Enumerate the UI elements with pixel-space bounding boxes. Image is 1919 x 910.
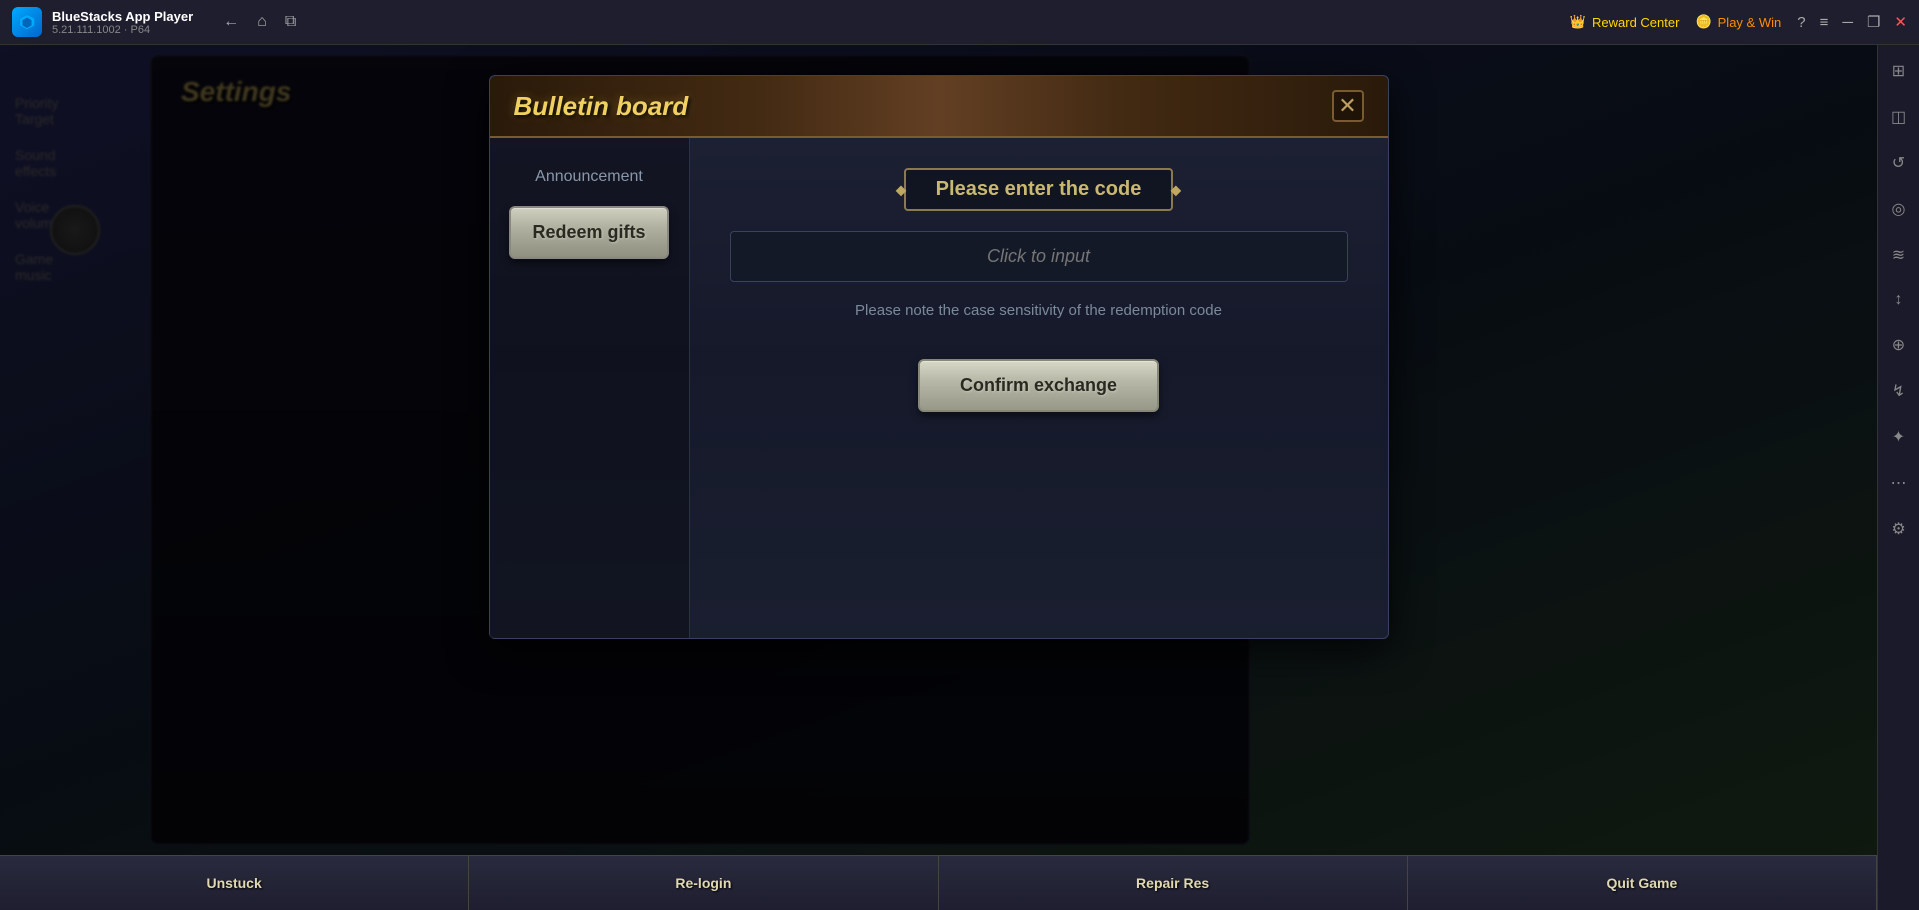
topbar: BlueStacks App Player 5.21.111.1002 · P6… — [0, 0, 1919, 45]
code-label-text: Please enter the code — [936, 178, 1142, 200]
app-name: BlueStacks App Player — [52, 9, 193, 24]
play-win-label: Play & Win — [1718, 15, 1782, 30]
bulletin-close-button[interactable]: ✕ — [1332, 90, 1364, 122]
code-input-field[interactable] — [730, 231, 1348, 282]
quit-button[interactable]: Quit Game — [1408, 856, 1877, 910]
reward-center-button[interactable]: 👑 Reward Center — [1570, 14, 1680, 30]
redeem-gifts-button[interactable]: Redeem gifts — [509, 206, 669, 259]
sidebar-star-icon[interactable]: ✦ — [1886, 421, 1911, 453]
topbar-right: 👑 Reward Center 🪙 Play & Win ? ≡ ─ ❐ ✕ — [1570, 13, 1907, 31]
sidebar-rotate-icon[interactable]: ↺ — [1886, 147, 1911, 179]
minimize-icon[interactable]: ─ — [1842, 14, 1853, 31]
code-label-bg: Please enter the code — [904, 168, 1174, 211]
sidebar-macro-icon[interactable]: ↯ — [1886, 375, 1911, 407]
bottom-bar: Unstuck Re-login Repair Res Quit Game — [0, 855, 1877, 910]
sidebar-lines-icon[interactable]: ≋ — [1886, 239, 1911, 271]
menu-icon[interactable]: ≡ — [1820, 14, 1829, 31]
bulletin-title: Bulletin board — [514, 91, 689, 122]
reward-center-label: Reward Center — [1592, 15, 1679, 30]
crown-icon: 👑 — [1570, 14, 1586, 30]
code-hint: Please note the case sensitivity of the … — [855, 302, 1222, 319]
sidebar-settings-icon[interactable]: ⚙ — [1885, 513, 1911, 545]
code-label-container: Please enter the code — [904, 168, 1174, 211]
sidebar-grid-icon[interactable]: ⊞ — [1886, 55, 1911, 87]
repair-button[interactable]: Repair Res — [939, 856, 1408, 910]
restore-icon[interactable]: ❐ — [1867, 13, 1880, 31]
close-icon[interactable]: ✕ — [1894, 13, 1907, 31]
bulletin-header: Bulletin board ✕ — [490, 76, 1388, 138]
help-icon[interactable]: ? — [1797, 14, 1805, 31]
topbar-left: BlueStacks App Player 5.21.111.1002 · P6… — [12, 7, 1570, 37]
play-win-button[interactable]: 🪙 Play & Win — [1695, 14, 1781, 30]
app-version: 5.21.111.1002 · P64 — [52, 24, 193, 36]
bulletin-content: Please enter the code Please note the ca… — [690, 138, 1388, 638]
sidebar-layout-icon[interactable]: ◫ — [1885, 101, 1912, 133]
modal-overlay: Bulletin board ✕ Announcement Redeem gif… — [0, 45, 1877, 855]
sidebar-resize-icon[interactable]: ↕ — [1889, 285, 1909, 315]
sidebar-more-icon[interactable]: ⋯ — [1885, 467, 1913, 499]
bulletin-body: Announcement Redeem gifts Please enter t… — [490, 138, 1388, 638]
announcement-tab[interactable]: Announcement — [490, 158, 689, 196]
sidebar-camera-icon[interactable]: ◎ — [1886, 193, 1912, 225]
back-button[interactable]: ← — [223, 13, 239, 31]
right-sidebar: ⊞ ◫ ↺ ◎ ≋ ↕ ⊕ ↯ ✦ ⋯ ⚙ — [1877, 45, 1919, 910]
unstuck-button[interactable]: Unstuck — [0, 856, 469, 910]
topbar-nav: ← ⌂ ⧉ — [223, 13, 296, 31]
bulletin-modal: Bulletin board ✕ Announcement Redeem gif… — [489, 75, 1389, 639]
bulletin-sidebar: Announcement Redeem gifts — [490, 138, 690, 638]
bluestacks-logo — [12, 7, 42, 37]
relogin-button[interactable]: Re-login — [469, 856, 938, 910]
topbar-icons: ? ≡ ─ ❐ ✕ — [1797, 13, 1907, 31]
sidebar-add-icon[interactable]: ⊕ — [1886, 329, 1911, 361]
coin-icon: 🪙 — [1695, 14, 1711, 30]
tabs-button[interactable]: ⧉ — [285, 13, 296, 31]
home-button[interactable]: ⌂ — [257, 13, 267, 31]
confirm-exchange-button[interactable]: Confirm exchange — [918, 359, 1159, 412]
